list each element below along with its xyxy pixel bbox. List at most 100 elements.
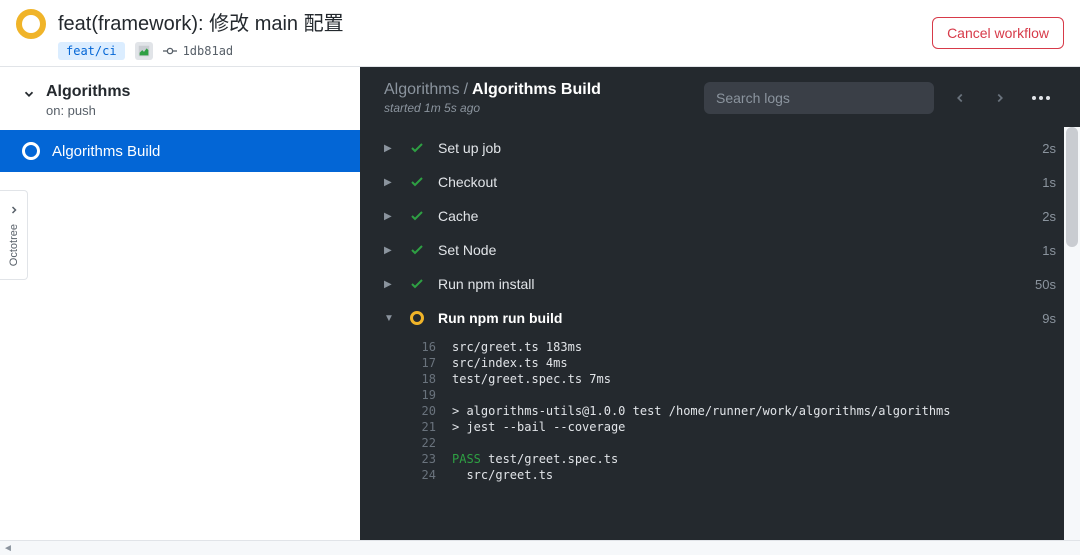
commit-icon — [163, 44, 177, 58]
chevron-right-icon — [993, 91, 1007, 105]
step-name: Set Node — [438, 242, 1030, 258]
log-header: Algorithms/Algorithms Build started 1m 5… — [360, 67, 1080, 125]
check-icon — [408, 139, 426, 157]
step-name: Cache — [438, 208, 1030, 224]
next-result-button[interactable] — [986, 84, 1014, 112]
main-content: Algorithms on: push Algorithms Build Alg… — [0, 67, 1080, 555]
step-name: Set up job — [438, 140, 1030, 156]
caret-down-icon: ▼ — [384, 313, 396, 324]
line-text: src/greet.ts — [452, 468, 553, 482]
line-number: 19 — [416, 388, 452, 402]
check-icon — [408, 173, 426, 191]
log-line[interactable]: 18test/greet.spec.ts 7ms — [416, 371, 1080, 387]
breadcrumb: Algorithms/Algorithms Build — [384, 81, 692, 99]
running-icon — [408, 309, 426, 327]
horizontal-scrollbar[interactable]: ◄ — [0, 540, 1080, 555]
step-row[interactable]: ▶ Run npm install 50s — [360, 267, 1080, 301]
breadcrumb-current: Algorithms Build — [472, 81, 601, 98]
log-line[interactable]: 20> algorithms-utils@1.0.0 test /home/ru… — [416, 403, 1080, 419]
check-icon — [408, 207, 426, 225]
log-line[interactable]: 21> jest --bail --coverage — [416, 419, 1080, 435]
cancel-workflow-button[interactable]: Cancel workflow — [932, 17, 1064, 49]
commit-ref[interactable]: 1db81ad — [163, 44, 234, 58]
line-text: > algorithms-utils@1.0.0 test /home/runn… — [452, 404, 951, 418]
log-line[interactable]: 16src/greet.ts 183ms — [416, 339, 1080, 355]
chevron-right-icon — [8, 204, 20, 216]
log-panel: Algorithms/Algorithms Build started 1m 5… — [360, 67, 1080, 555]
log-line[interactable]: 24 src/greet.ts — [416, 467, 1080, 483]
step-duration: 2s — [1042, 141, 1056, 156]
log-line[interactable]: 19 — [416, 387, 1080, 403]
line-number: 17 — [416, 356, 452, 370]
step-duration: 9s — [1042, 311, 1056, 326]
dot-icon — [1032, 96, 1036, 100]
dot-icon — [1039, 96, 1043, 100]
log-line[interactable]: 22 — [416, 435, 1080, 451]
workflow-info: Algorithms on: push — [46, 83, 130, 118]
search-logs-input[interactable] — [704, 82, 934, 114]
step-row[interactable]: ▼ Run npm run build 9s — [360, 301, 1080, 335]
step-duration: 2s — [1042, 209, 1056, 224]
octotree-label: Octotree — [8, 224, 20, 266]
broken-image-icon — [137, 44, 151, 58]
step-duration: 50s — [1035, 277, 1056, 292]
workflow-header[interactable]: Algorithms on: push — [0, 67, 360, 130]
step-duration: 1s — [1042, 175, 1056, 190]
header-left: feat(framework): 修改 main 配置 feat/ci 1db8… — [16, 7, 932, 60]
log-subtitle: started 1m 5s ago — [384, 101, 692, 115]
breadcrumb-parent[interactable]: Algorithms — [384, 81, 460, 98]
step-row[interactable]: ▶ Set Node 1s — [360, 233, 1080, 267]
caret-right-icon: ▶ — [384, 177, 396, 188]
line-number: 23 — [416, 452, 452, 466]
line-number: 16 — [416, 340, 452, 354]
job-name: Algorithms Build — [52, 143, 160, 160]
step-name: Checkout — [438, 174, 1030, 190]
log-menu-button[interactable] — [1026, 90, 1056, 106]
chevron-left-icon — [953, 91, 967, 105]
branch-badge[interactable]: feat/ci — [58, 42, 125, 60]
commit-title: feat(framework): 修改 main 配置 — [58, 7, 344, 36]
step-name: Run npm run build — [438, 310, 1030, 326]
prev-result-button[interactable] — [946, 84, 974, 112]
scroll-left-arrow[interactable]: ◄ — [0, 543, 16, 554]
check-icon — [408, 241, 426, 259]
step-name: Run npm install — [438, 276, 1023, 292]
octotree-toggle[interactable]: Octotree — [0, 190, 28, 280]
chevron-down-icon — [22, 87, 36, 101]
caret-right-icon: ▶ — [384, 279, 396, 290]
step-row[interactable]: ▶ Cache 2s — [360, 199, 1080, 233]
workflow-name: Algorithms — [46, 83, 130, 101]
line-number: 24 — [416, 468, 452, 482]
step-row[interactable]: ▶ Set up job 2s — [360, 131, 1080, 165]
line-number: 22 — [416, 436, 452, 450]
commit-hash-text: 1db81ad — [183, 44, 234, 58]
sidebar: Algorithms on: push Algorithms Build — [0, 67, 360, 555]
log-line[interactable]: 23PASS test/greet.spec.ts — [416, 451, 1080, 467]
line-number: 21 — [416, 420, 452, 434]
line-text: test/greet.spec.ts 7ms — [452, 372, 611, 386]
line-text: > jest --bail --coverage — [452, 420, 625, 434]
page-header: feat(framework): 修改 main 配置 feat/ci 1db8… — [0, 0, 1080, 67]
log-output: 16src/greet.ts 183ms17src/index.ts 4ms18… — [360, 335, 1080, 487]
job-item-algorithms-build[interactable]: Algorithms Build — [0, 130, 360, 172]
avatar[interactable] — [135, 42, 153, 60]
job-status-running-icon — [22, 142, 40, 160]
line-text: src/greet.ts 183ms — [452, 340, 582, 354]
line-text: PASS test/greet.spec.ts — [452, 452, 618, 466]
caret-right-icon: ▶ — [384, 211, 396, 222]
line-text: src/index.ts 4ms — [452, 356, 568, 370]
caret-right-icon: ▶ — [384, 143, 396, 154]
step-row[interactable]: ▶ Checkout 1s — [360, 165, 1080, 199]
dot-icon — [1046, 96, 1050, 100]
log-line[interactable]: 17src/index.ts 4ms — [416, 355, 1080, 371]
scrollbar-thumb[interactable] — [1066, 127, 1078, 247]
header-title-block: feat(framework): 修改 main 配置 feat/ci 1db8… — [58, 7, 344, 60]
caret-right-icon: ▶ — [384, 245, 396, 256]
step-duration: 1s — [1042, 243, 1056, 258]
line-number: 18 — [416, 372, 452, 386]
workflow-trigger: on: push — [46, 103, 130, 118]
log-scrollbar[interactable] — [1064, 127, 1080, 555]
check-icon — [408, 275, 426, 293]
steps-list: ▶ Set up job 2s ▶ Checkout 1s ▶ Cache 2s ▶ Set Nod… — [360, 125, 1080, 555]
status-running-icon — [16, 9, 46, 39]
